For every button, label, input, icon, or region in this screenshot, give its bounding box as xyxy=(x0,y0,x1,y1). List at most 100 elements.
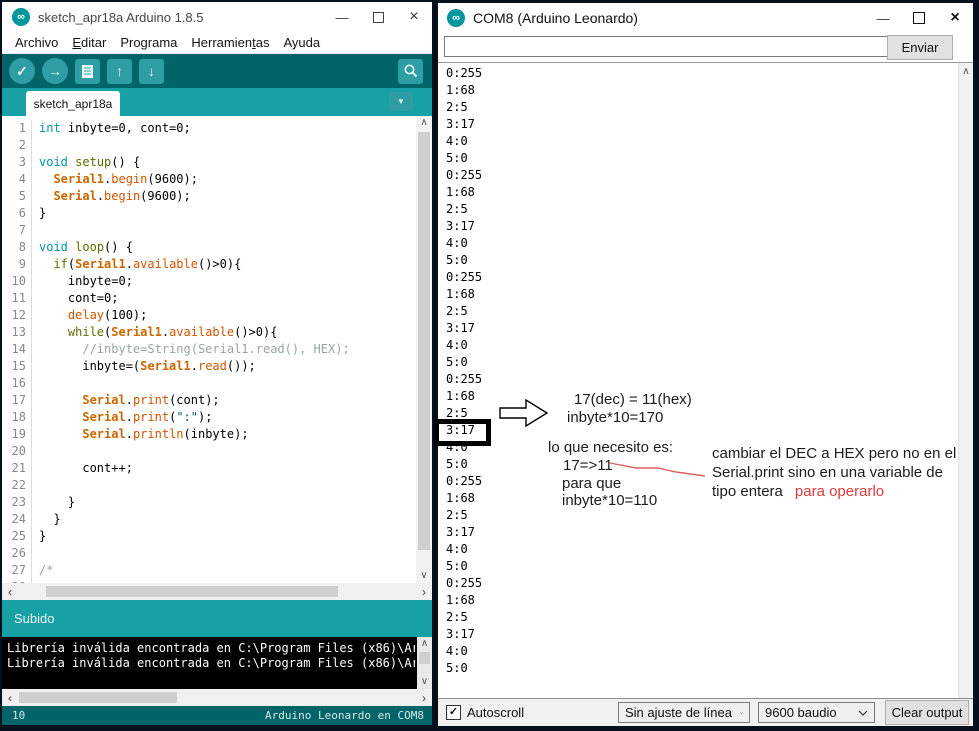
editor-vscroll-thumb[interactable] xyxy=(418,132,430,550)
new-sketch-button[interactable] xyxy=(75,58,100,84)
editor-horizontal-scrollbar[interactable]: ‹ › xyxy=(2,583,432,600)
ide-window-title: sketch_apr18a Arduino 1.8.5 xyxy=(38,9,204,25)
verify-button[interactable]: ✓ xyxy=(9,58,35,84)
code-line: 27/* xyxy=(2,562,416,579)
console-hscroll-thumb[interactable] xyxy=(19,692,177,703)
scroll-right-icon[interactable]: › xyxy=(416,585,432,599)
ide-minimize-icon[interactable]: — xyxy=(324,2,360,32)
serial-output-lines: 0:255 1:68 2:5 3:17 4:0 5:0 0:255 1:68 2:5 3:17 4:… xyxy=(446,65,482,677)
code-line: 11 cont=0; xyxy=(2,290,416,307)
code-line: 25} xyxy=(2,528,416,545)
console-horizontal-scrollbar[interactable]: ‹ › xyxy=(2,689,432,706)
scroll-right-icon[interactable]: › xyxy=(416,691,432,705)
editor-vertical-scrollbar[interactable]: ∧ ∨ xyxy=(416,116,432,583)
ide-maximize-icon[interactable] xyxy=(360,2,396,32)
menu-bar: Archivo Editar Programa Herramientas Ayuda xyxy=(2,32,432,54)
console-vertical-scrollbar[interactable]: ∧ ∨ xyxy=(417,637,432,689)
code-line: 18 Serial.print(":"); xyxy=(2,409,416,426)
ide-title-bar: ∞ sketch_apr18a Arduino 1.8.5 — × xyxy=(2,2,432,32)
serial-line: 1:68 xyxy=(446,185,475,199)
console-line: Librería inválida encontrada en C:\Progr… xyxy=(7,656,415,670)
serial-line: 5:0 xyxy=(446,253,468,267)
menu-item-archivo[interactable]: Archivo xyxy=(8,35,65,50)
status-board-port: Arduino Leonardo en COM8 xyxy=(265,709,424,722)
console-vscroll-thumb[interactable] xyxy=(419,652,430,664)
clear-output-button[interactable]: Clear output xyxy=(885,700,969,725)
tab-menu-button[interactable]: ▼ xyxy=(389,92,413,111)
magnifier-icon xyxy=(404,64,417,78)
serial-line: 1:68 xyxy=(446,287,475,301)
arduino-logo-icon: ∞ xyxy=(447,9,465,27)
serial-title-bar: ∞ COM8 (Arduino Leonardo) — × xyxy=(438,3,973,33)
serial-line: 2:5 xyxy=(446,304,468,318)
serial-line: 3:17 xyxy=(446,219,475,233)
arduino-logo-icon: ∞ xyxy=(12,8,30,26)
scroll-up-icon[interactable]: ∧ xyxy=(417,637,432,651)
tab-sketch[interactable]: sketch_apr18a xyxy=(26,91,120,116)
console-line: Librería inválida encontrada en C:\Progr… xyxy=(7,641,415,655)
scroll-down-icon[interactable]: ∨ xyxy=(417,675,432,689)
ide-toolbar: ✓ → ↑ ↓ xyxy=(2,54,432,88)
serial-close-icon[interactable]: × xyxy=(937,3,973,33)
serial-monitor-button[interactable] xyxy=(398,58,423,84)
code-line: 9 if(Serial1.available()>0){ xyxy=(2,256,416,273)
baud-rate-dropdown[interactable]: 9600 baudio xyxy=(758,702,875,723)
serial-maximize-icon[interactable] xyxy=(901,3,937,33)
code-line: 26 xyxy=(2,545,416,562)
up-arrow-icon: ↑ xyxy=(116,63,123,79)
scroll-left-icon[interactable]: ‹ xyxy=(2,585,18,599)
scroll-down-icon[interactable]: ∨ xyxy=(416,569,432,583)
serial-line: 2:5 xyxy=(446,610,468,624)
autoscroll-checkbox[interactable]: ✓ xyxy=(446,705,461,720)
editor-hscroll-thumb[interactable] xyxy=(46,586,338,597)
serial-window-title: COM8 (Arduino Leonardo) xyxy=(473,10,638,26)
code-line: 22 xyxy=(2,477,416,494)
serial-minimize-icon[interactable]: — xyxy=(865,3,901,33)
scroll-left-icon[interactable]: ‹ xyxy=(2,691,18,705)
serial-input[interactable] xyxy=(444,36,896,57)
open-button[interactable]: ↑ xyxy=(107,58,132,84)
menu-item-programa[interactable]: Programa xyxy=(113,35,184,50)
serial-line: 2:5 xyxy=(446,202,468,216)
code-line: 14 //inbyte=String(Serial1.read(), HEX); xyxy=(2,341,416,358)
serial-line: 0:255 xyxy=(446,372,483,386)
serial-line: 3:17 xyxy=(446,321,475,335)
code-line: 2 xyxy=(2,137,416,154)
save-button[interactable]: ↓ xyxy=(139,58,164,84)
menu-item-editar[interactable]: Editar xyxy=(65,35,113,50)
serial-monitor-window: ∞ COM8 (Arduino Leonardo) — × Enviar 0:2… xyxy=(438,3,973,726)
code-line: 5 Serial.begin(9600); xyxy=(2,188,416,205)
upload-status-text: Subido xyxy=(14,611,55,626)
output-vertical-scrollbar[interactable]: ∧ xyxy=(958,63,973,698)
arduino-ide-window: ∞ sketch_apr18a Arduino 1.8.5 — × Archiv… xyxy=(2,2,432,725)
line-ending-dropdown[interactable]: Sin ajuste de línea xyxy=(618,702,750,723)
serial-line: 3:17 xyxy=(446,117,475,131)
serial-line: 1:68 xyxy=(446,83,475,97)
serial-line: 3:17 xyxy=(446,525,475,539)
down-arrow-icon: ↓ xyxy=(148,63,155,79)
code-line: 8 void loop() { xyxy=(2,239,416,256)
serial-line: 5:0 xyxy=(446,151,468,165)
code-line: 20 xyxy=(2,443,416,460)
code-line: 12 delay(100); xyxy=(2,307,416,324)
menu-item-ayuda[interactable]: Ayuda xyxy=(276,35,327,50)
code-line: 16 xyxy=(2,375,416,392)
serial-line: 0:255 xyxy=(446,576,483,590)
scroll-up-icon[interactable]: ∧ xyxy=(959,65,973,79)
upload-button[interactable]: → xyxy=(42,58,68,84)
serial-line: 4:0 xyxy=(446,644,468,658)
serial-line: 5:0 xyxy=(446,355,468,369)
serial-line: 3:17 xyxy=(446,423,475,437)
serial-line: 5:0 xyxy=(446,457,468,471)
check-icon: ✓ xyxy=(448,706,459,718)
ide-close-icon[interactable]: × xyxy=(396,2,432,32)
serial-line: 4:0 xyxy=(446,134,468,148)
serial-line: 5:0 xyxy=(446,661,468,675)
menu-item-herramientas[interactable]: Herramientas xyxy=(184,35,276,50)
code-line: 24 } xyxy=(2,511,416,528)
send-button[interactable]: Enviar xyxy=(887,35,953,60)
code-editor[interactable]: 1 int inbyte=0, cont=0; 2 3 void setup() {4 … xyxy=(2,116,432,583)
scroll-up-icon[interactable]: ∧ xyxy=(416,116,432,130)
serial-output-area: 0:255 1:68 2:5 3:17 4:0 5:0 0:255 1:68 2:5 3:17 4:… xyxy=(438,62,973,698)
console-output: Librería inválida encontrada en C:\Progr… xyxy=(2,637,432,689)
